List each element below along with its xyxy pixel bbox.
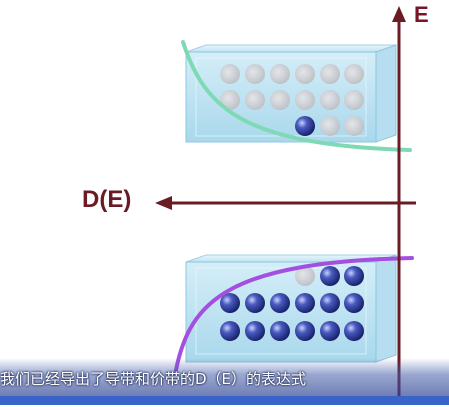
band-diagram-svg bbox=[155, 6, 416, 400]
electron bbox=[320, 266, 340, 286]
electron bbox=[270, 321, 290, 341]
electron bbox=[295, 321, 315, 341]
empty-state bbox=[245, 64, 265, 84]
electron bbox=[295, 116, 315, 136]
conduction-band-box bbox=[185, 44, 397, 143]
empty-state bbox=[220, 64, 240, 84]
electron bbox=[295, 293, 315, 313]
empty-state bbox=[320, 116, 340, 136]
energy-axis-arrowhead bbox=[392, 6, 406, 22]
empty-state bbox=[295, 64, 315, 84]
electron bbox=[320, 321, 340, 341]
electron bbox=[344, 266, 364, 286]
empty-state bbox=[270, 90, 290, 110]
dos-axis-arrowhead bbox=[155, 196, 172, 210]
diagram-canvas bbox=[0, 0, 449, 405]
video-subtitle: 我们已经导出了导带和价带的D（E）的表达式 bbox=[0, 370, 307, 388]
electron bbox=[344, 293, 364, 313]
empty-state bbox=[344, 64, 364, 84]
empty-state bbox=[320, 64, 340, 84]
empty-state bbox=[320, 90, 340, 110]
player-bottom-strip bbox=[0, 396, 449, 405]
empty-state bbox=[270, 64, 290, 84]
energy-axis-label: E bbox=[414, 2, 429, 27]
electron bbox=[245, 293, 265, 313]
electron bbox=[245, 321, 265, 341]
dos-axis-label: D(E) bbox=[82, 186, 132, 213]
empty-state bbox=[295, 90, 315, 110]
empty-state bbox=[344, 90, 364, 110]
electron bbox=[220, 321, 240, 341]
electron bbox=[344, 321, 364, 341]
empty-state bbox=[245, 90, 265, 110]
electron bbox=[270, 293, 290, 313]
empty-state bbox=[344, 116, 364, 136]
electron bbox=[320, 293, 340, 313]
